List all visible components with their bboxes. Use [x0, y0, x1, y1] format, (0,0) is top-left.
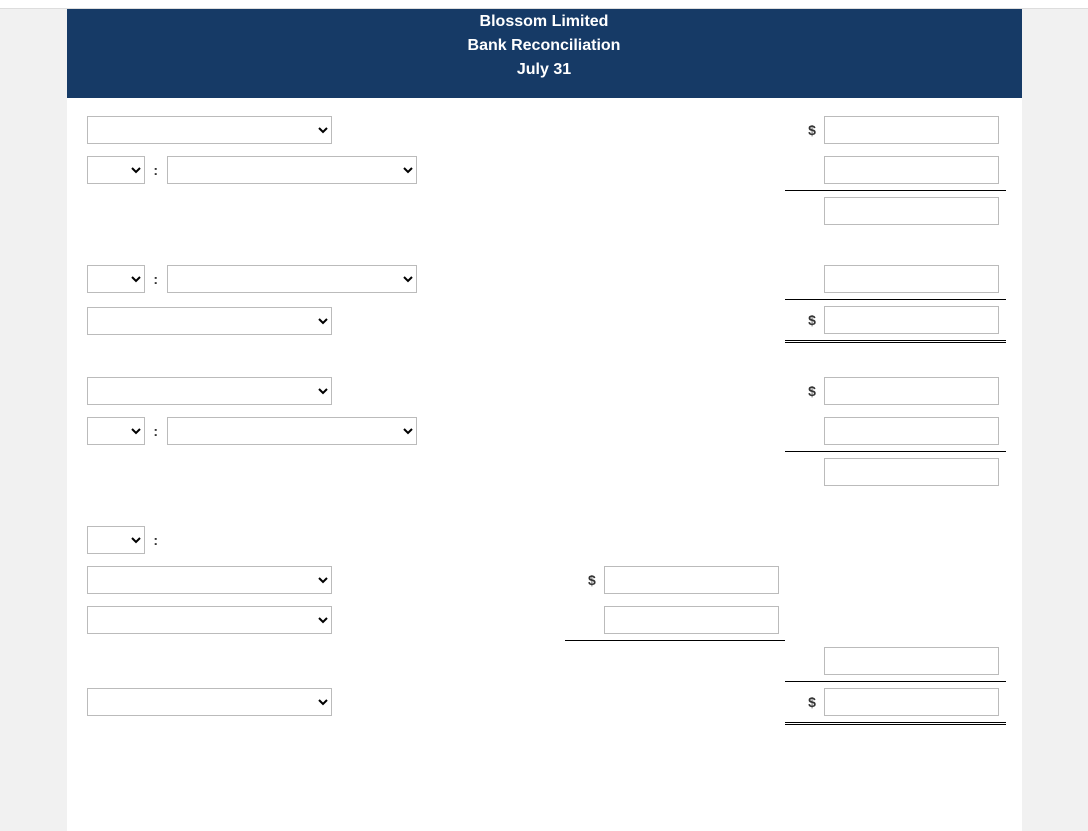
add-less-select[interactable]	[87, 417, 145, 445]
add-less-select[interactable]	[87, 526, 145, 554]
colon-label: :	[153, 423, 158, 439]
colon-label: :	[153, 532, 158, 548]
account-select[interactable]	[167, 417, 417, 445]
amount-input[interactable]	[824, 197, 999, 225]
worksheet: Blossom Limited Bank Reconciliation July…	[67, 9, 1022, 831]
statement-date: July 31	[67, 58, 1022, 82]
line-description-select[interactable]	[87, 606, 332, 634]
account-select[interactable]	[167, 156, 417, 184]
statement-header: Blossom Limited Bank Reconciliation July…	[67, 9, 1022, 98]
line-description-select[interactable]	[87, 116, 332, 144]
line-description-select[interactable]	[87, 307, 332, 335]
line-description-select[interactable]	[87, 566, 332, 594]
line-description-select[interactable]	[87, 688, 332, 716]
amount-input[interactable]	[824, 458, 999, 486]
amount-input[interactable]	[824, 647, 999, 675]
amount-input[interactable]	[824, 377, 999, 405]
company-name: Blossom Limited	[67, 10, 1022, 34]
statement-title: Bank Reconciliation	[67, 34, 1022, 58]
amount-input[interactable]	[604, 606, 779, 634]
dollar-sign: $	[808, 694, 816, 710]
colon-label: :	[153, 271, 158, 287]
dollar-sign: $	[808, 122, 816, 138]
amount-input[interactable]	[824, 156, 999, 184]
add-less-select[interactable]	[87, 156, 145, 184]
amount-input[interactable]	[824, 265, 999, 293]
account-select[interactable]	[167, 265, 417, 293]
reconciliation-table: $ :	[83, 110, 1006, 725]
amount-input[interactable]	[824, 688, 999, 716]
dollar-sign: $	[808, 312, 816, 328]
amount-input[interactable]	[824, 306, 999, 334]
amount-input[interactable]	[824, 116, 999, 144]
amount-input[interactable]	[604, 566, 779, 594]
browser-top-bar	[0, 0, 1088, 9]
colon-label: :	[153, 162, 158, 178]
line-description-select[interactable]	[87, 377, 332, 405]
add-less-select[interactable]	[87, 265, 145, 293]
amount-input[interactable]	[824, 417, 999, 445]
dollar-sign: $	[808, 383, 816, 399]
dollar-sign: $	[588, 572, 596, 588]
